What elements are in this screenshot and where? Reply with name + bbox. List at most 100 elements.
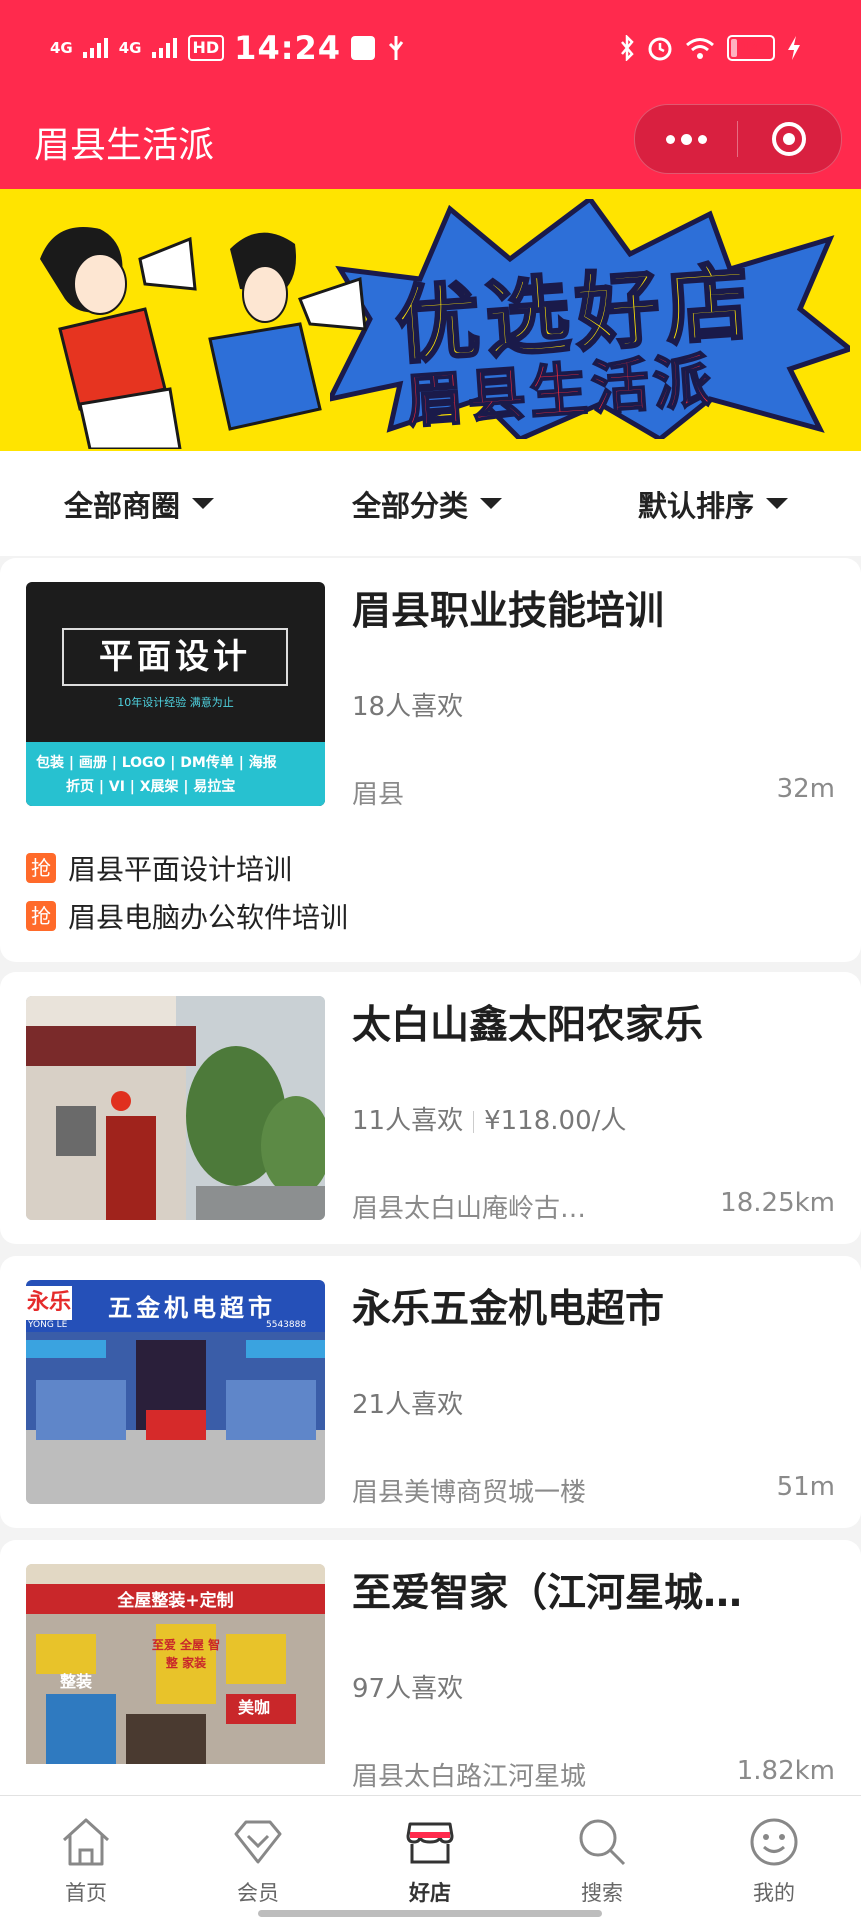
more-button[interactable] — [635, 105, 737, 173]
signal-1: 4G — [50, 38, 73, 57]
tab-member[interactable]: 会员 — [198, 1796, 318, 1921]
thumb-sign-phone: 5543888 — [266, 1320, 307, 1330]
thumb-sign-sub: YONG LE — [28, 1320, 68, 1330]
store-price: ¥118.00/人 — [484, 1106, 627, 1136]
likes-count: 18人喜欢 — [352, 692, 464, 722]
thumb-sign-top: 全屋整装+定制 — [117, 1591, 234, 1611]
tab-stores-label: 好店 — [409, 1881, 451, 1905]
tab-mine-label: 我的 — [753, 1881, 795, 1905]
smiley-icon — [750, 1818, 798, 1866]
signal-2: 4G — [118, 38, 142, 57]
clock: 14:24 — [234, 29, 342, 67]
store-address: 眉县 — [352, 780, 405, 810]
notification-icon — [351, 36, 376, 60]
store-card[interactable]: 太白山鑫太阳农家乐 11人喜欢 ¥118.00/人 眉县太白山庵岭古… 18.25… — [0, 972, 861, 1244]
cartoon-people-illustration — [40, 227, 367, 449]
grab-badge: 抢 — [26, 901, 56, 931]
charging-icon — [788, 36, 800, 60]
promo-item[interactable]: 抢 眉县平面设计培训 — [26, 848, 292, 888]
caret-down-icon — [192, 498, 215, 509]
more-dot — [680, 133, 692, 145]
diamond-icon — [234, 1820, 282, 1864]
thumb-tags-line1: 包装 | 画册 | LOGO | DM传单 | 海报 — [36, 755, 277, 771]
divider — [473, 1110, 475, 1133]
filter-sort[interactable]: 默认排序 — [638, 451, 789, 556]
thumb-subtitle: 10年设计经验 满意为止 — [117, 696, 234, 709]
store-likes: 18人喜欢 — [352, 686, 463, 723]
store-thumbnail[interactable]: 平面设计 10年设计经验 满意为止 包装 | 画册 | LOGO | DM传单 … — [26, 582, 325, 806]
store-address: 眉县太白山庵岭古… — [352, 1194, 587, 1224]
home-indicator[interactable] — [258, 1910, 602, 1917]
promo-item[interactable]: 抢 眉县电脑办公软件培训 — [26, 896, 348, 936]
thumb-sign-brand: 永乐 — [26, 1286, 72, 1320]
search-icon — [579, 1819, 626, 1866]
store-card[interactable]: 永乐 五金机电超市 YONG LE 5543888 永乐 五金机电超市 21人喜欢… — [0, 1256, 861, 1528]
home-icon — [62, 1818, 110, 1866]
promo-banner[interactable]: 优选好店 眉县生活派 — [0, 189, 861, 451]
thumb-sign-text: 五金机电超市 — [108, 1294, 276, 1322]
wifi-icon — [686, 38, 714, 59]
tab-mine[interactable]: 我的 — [714, 1796, 834, 1921]
thumb-tags-line2: 折页 | VI | X展架 | 易拉宝 — [66, 779, 236, 795]
store-address: 眉县美博商贸城一楼 — [352, 1478, 587, 1508]
store-thumbnail[interactable]: 全屋整装+定制 至爱 全屋 智整 家装 整装 美咖 — [26, 1564, 325, 1764]
signal-bars-icon — [151, 38, 177, 58]
promo-text: 眉县电脑办公软件培训 — [68, 901, 349, 934]
tab-home-label: 首页 — [65, 1881, 107, 1905]
promo-text: 眉县平面设计培训 — [68, 853, 293, 886]
tab-stores[interactable]: 好店 — [370, 1796, 490, 1921]
likes-count: 21人喜欢 — [352, 1390, 464, 1420]
tab-search-label: 搜索 — [581, 1881, 623, 1905]
usb-icon — [388, 36, 404, 60]
store-distance: 18.25km — [720, 1188, 835, 1218]
alarm-icon — [648, 37, 672, 61]
store-likes: 21人喜欢 — [352, 1384, 463, 1421]
thumb-sign-left: 整装 — [60, 1672, 93, 1691]
tab-member-label: 会员 — [237, 1881, 279, 1905]
store-name: 眉县职业技能培训 — [352, 589, 665, 634]
store-distance: 51m — [776, 1472, 835, 1502]
hd-badge: HD — [187, 35, 225, 61]
store-likes: 97人喜欢 — [352, 1668, 463, 1705]
battery-level: 14 — [739, 38, 763, 57]
store-distance: 32m — [776, 774, 835, 804]
store-card[interactable]: 平面设计 10年设计经验 满意为止 包装 | 画册 | LOGO | DM传单 … — [0, 558, 861, 962]
store-likes: 11人喜欢 ¥118.00/人 — [352, 1100, 626, 1137]
farmhouse-photo — [26, 996, 325, 1220]
likes-count: 97人喜欢 — [352, 1674, 464, 1704]
filter-category[interactable]: 全部分类 — [352, 451, 503, 556]
filter-area[interactable]: 全部商圈 — [64, 451, 215, 556]
likes-count: 11人喜欢 — [352, 1106, 464, 1136]
filter-sort-label: 默认排序 — [638, 488, 755, 523]
tab-bar: 首页 会员 好店 搜索 我的 — [0, 1795, 861, 1921]
store-name: 太白山鑫太阳农家乐 — [352, 1003, 704, 1048]
close-miniprogram-button[interactable] — [737, 105, 841, 173]
filter-bar: 全部商圈 全部分类 默认排序 — [0, 451, 861, 556]
store-card[interactable]: 全屋整装+定制 至爱 全屋 智整 家装 整装 美咖 至爱智家（江河星城… 97人… — [0, 1540, 861, 1812]
top-bar: 4G 4G HD 14:24 14 眉县生活派 — [0, 0, 861, 189]
more-dot — [697, 134, 707, 144]
thumb-sign-right: 美咖 — [238, 1698, 271, 1717]
status-bar: 4G 4G HD 14:24 14 — [0, 0, 861, 100]
grab-badge: 抢 — [26, 853, 56, 883]
miniprogram-capsule — [634, 104, 842, 174]
tab-home[interactable]: 首页 — [26, 1796, 146, 1921]
store-address: 眉县太白路江河星城 — [352, 1762, 587, 1792]
battery-icon: 14 — [727, 35, 775, 61]
store-thumbnail[interactable] — [26, 996, 325, 1220]
filter-area-label: 全部商圈 — [64, 488, 181, 523]
store-distance: 1.82km — [736, 1756, 835, 1786]
signal-bars-icon — [82, 38, 108, 58]
thumb-title: 平面设计 — [62, 628, 288, 686]
page-title: 眉县生活派 — [34, 125, 215, 166]
thumb-tag-strip: 包装 | 画册 | LOGO | DM传单 | 海报 折页 | VI | X展架… — [26, 742, 325, 806]
store-name: 至爱智家（江河星城… — [352, 1571, 743, 1616]
more-dot — [665, 134, 675, 144]
caret-down-icon — [480, 498, 503, 509]
thumb-sign-mid: 至爱 全屋 智整 家装 — [151, 1638, 221, 1670]
filter-category-label: 全部分类 — [352, 488, 469, 523]
tab-search[interactable]: 搜索 — [542, 1796, 662, 1921]
caret-down-icon — [766, 498, 789, 509]
store-thumbnail[interactable]: 永乐 五金机电超市 YONG LE 5543888 — [26, 1280, 325, 1504]
target-icon — [772, 122, 806, 156]
